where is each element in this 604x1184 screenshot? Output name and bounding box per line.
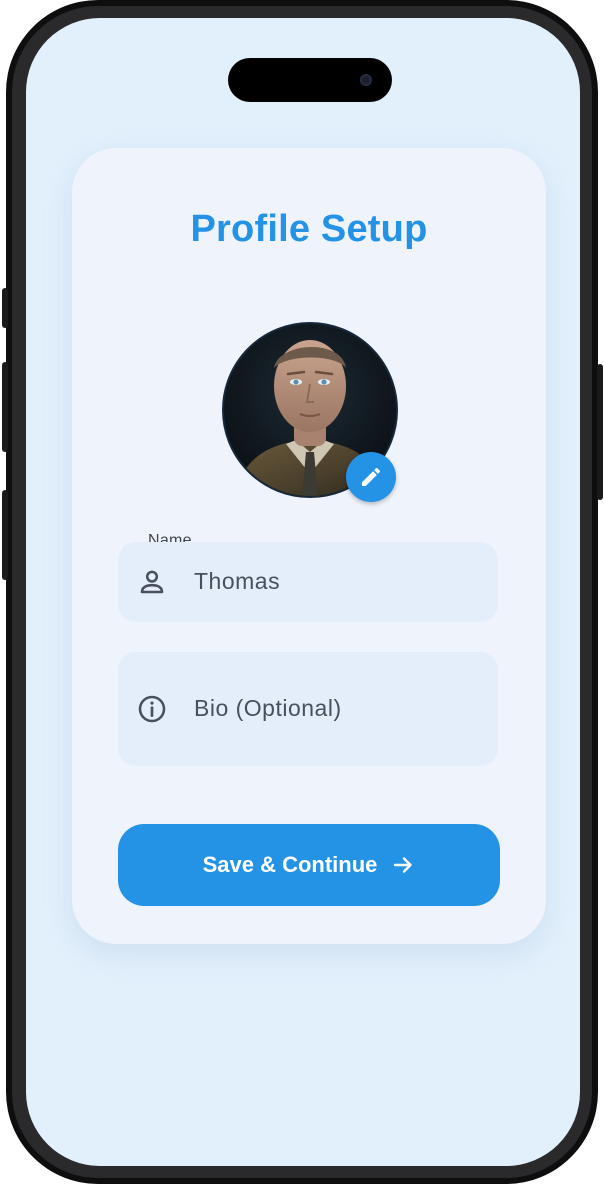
pencil-icon bbox=[362, 467, 381, 486]
name-input[interactable] bbox=[194, 568, 474, 595]
page-title: Profile Setup bbox=[190, 208, 428, 250]
action-button bbox=[2, 288, 8, 328]
avatar-container[interactable] bbox=[222, 322, 398, 502]
name-field[interactable] bbox=[118, 542, 498, 622]
profile-setup-card: Profile Setup Name Thomas Bio (Optional)… bbox=[72, 148, 546, 944]
bio-field[interactable] bbox=[118, 652, 498, 766]
volume-down-button bbox=[2, 490, 8, 580]
dynamic-island bbox=[228, 58, 392, 102]
save-continue-button[interactable]: Save & Continue bbox=[118, 824, 500, 906]
phone-frame: Profile Setup Name Thomas Bio (Optional)… bbox=[6, 0, 598, 1184]
info-icon bbox=[138, 695, 166, 723]
power-button bbox=[597, 364, 603, 500]
edit-avatar-button[interactable] bbox=[346, 452, 396, 502]
save-continue-label: Save & Continue bbox=[202, 852, 378, 877]
bio-input[interactable] bbox=[194, 695, 474, 722]
camera-icon bbox=[360, 74, 372, 86]
person-icon bbox=[140, 570, 164, 594]
volume-up-button bbox=[2, 362, 8, 452]
arrow-right-icon bbox=[394, 857, 413, 873]
app-screen: Profile Setup Name Thomas Bio (Optional)… bbox=[26, 18, 580, 1166]
